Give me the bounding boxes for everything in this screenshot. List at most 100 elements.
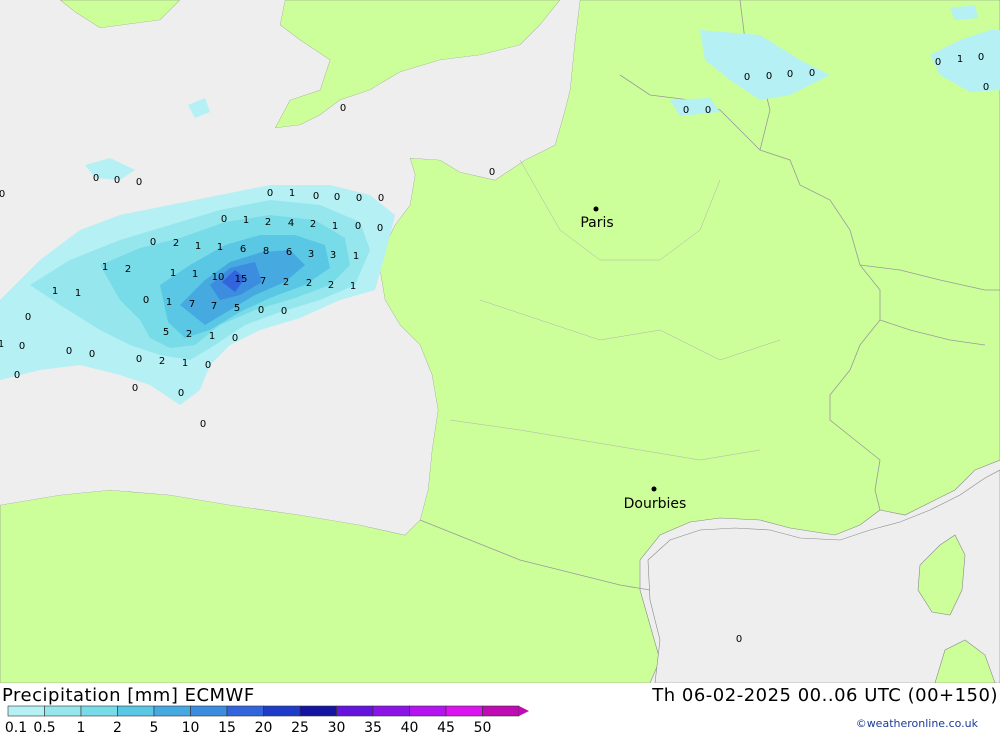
- precip-value: 2: [125, 264, 131, 275]
- precip-value: 0: [736, 634, 742, 645]
- precip-value: 0: [744, 72, 750, 83]
- precip-value: 0: [221, 214, 227, 225]
- precip-value: 2: [265, 217, 271, 228]
- precip-value: 0: [143, 295, 149, 306]
- precip-value: 1: [166, 297, 172, 308]
- precip-value: 0: [356, 193, 362, 204]
- legend-arrow-icon: [519, 706, 529, 716]
- legend-label: 35: [364, 720, 382, 733]
- legend-label: 25: [291, 720, 309, 733]
- precip-value: 3: [330, 250, 336, 261]
- legend-label: 2: [113, 720, 122, 733]
- city-label: Dourbies: [624, 496, 687, 512]
- precip-value: 1: [52, 286, 58, 297]
- precip-value: 0: [340, 103, 346, 114]
- precip-value: 1: [102, 262, 108, 273]
- legend-label: 5: [150, 720, 159, 733]
- precip-value: 0: [93, 173, 99, 184]
- legend-swatch: [336, 705, 374, 717]
- color-legend: 0.1 0.5 1 2 5 10 15 20 25 30 35 40 45 50: [5, 705, 529, 733]
- legend-swatch: [482, 705, 520, 717]
- precip-value: 0: [200, 419, 206, 430]
- legend-swatch: [372, 705, 410, 717]
- precip-value: 0: [25, 312, 31, 323]
- precip-value: 6: [240, 244, 246, 255]
- product-title: Precipitation [mm] ECMWF: [2, 685, 255, 706]
- precip-value: 0: [114, 175, 120, 186]
- precip-value: 1: [332, 221, 338, 232]
- legend-label: 50: [474, 720, 492, 733]
- precip-value: 7: [260, 276, 266, 287]
- precip-value: 0: [355, 221, 361, 232]
- precipitation-map: 0 0 0 0 1 0 0 0 0 0 1 2 4 2 1 0 0 0 2 1 …: [0, 0, 1000, 683]
- precip-value: 2: [306, 278, 312, 289]
- city-marker-icon: [593, 206, 599, 212]
- city-marker-icon: [651, 486, 657, 492]
- precip-value: 0: [14, 370, 20, 381]
- precip-value: 2: [186, 329, 192, 340]
- precip-value: 0: [150, 237, 156, 248]
- precip-value: 0: [258, 305, 264, 316]
- legend-swatch: [263, 705, 301, 717]
- city-label: Paris: [580, 215, 613, 231]
- precip-value: 0: [978, 52, 984, 63]
- precip-value: 0: [313, 191, 319, 202]
- precip-value: 3: [308, 249, 314, 260]
- precip-value: 0: [809, 68, 815, 79]
- precip-value: 0: [683, 105, 689, 116]
- legend-swatch: [226, 705, 264, 717]
- legend-label: 15: [218, 720, 236, 733]
- precip-value: 7: [189, 299, 195, 310]
- precip-value: 0: [136, 354, 142, 365]
- legend-label: 10: [182, 720, 200, 733]
- precip-value: 5: [234, 303, 240, 314]
- precip-value: 6: [286, 247, 292, 258]
- legend-swatch: [7, 705, 45, 717]
- precip-value: 0: [378, 193, 384, 204]
- precip-value: 1: [217, 242, 223, 253]
- precip-value: 0: [935, 57, 941, 68]
- precip-value: 0: [983, 82, 989, 93]
- precip-value: 0: [19, 341, 25, 352]
- precip-value: 2: [310, 219, 316, 230]
- precip-value: 0: [281, 306, 287, 317]
- legend-label: 0.5: [33, 720, 55, 733]
- precip-value: 0: [66, 346, 72, 357]
- legend-label: 30: [328, 720, 346, 733]
- precip-value: 5: [163, 327, 169, 338]
- credit-link[interactable]: ©weatheronline.co.uk: [856, 717, 978, 730]
- precip-value: 0: [705, 105, 711, 116]
- precip-value: 0: [232, 333, 238, 344]
- precip-value: 1: [243, 215, 249, 226]
- valid-time-label: Th 06-02-2025 00..06 UTC (00+150): [652, 685, 998, 706]
- precip-value: 0: [377, 223, 383, 234]
- precip-value: 7: [211, 301, 217, 312]
- precip-value: 1: [182, 358, 188, 369]
- precip-value: 0: [136, 177, 142, 188]
- precip-value: 0: [0, 189, 5, 200]
- precip-value: 0: [205, 360, 211, 371]
- precip-value: 0: [132, 383, 138, 394]
- precip-value: 1: [192, 269, 198, 280]
- legend-swatch: [117, 705, 155, 717]
- legend-swatch: [299, 705, 337, 717]
- precip-value: 1: [350, 281, 356, 292]
- precip-value: 1: [0, 339, 4, 350]
- precip-value: 2: [283, 277, 289, 288]
- precip-value: 0: [178, 388, 184, 399]
- precip-value: 1: [209, 331, 215, 342]
- precip-value: 8: [263, 246, 269, 257]
- legend-swatch: [190, 705, 228, 717]
- legend-swatch: [153, 705, 191, 717]
- legend-swatch: [445, 705, 483, 717]
- precip-value: 1: [170, 268, 176, 279]
- precip-value: 0: [89, 349, 95, 360]
- precip-value: 0: [787, 69, 793, 80]
- precip-value: 15: [235, 274, 248, 285]
- precip-value: 1: [75, 288, 81, 299]
- legend-label: 0.1: [5, 720, 27, 733]
- legend-swatch: [80, 705, 118, 717]
- legend-label: 45: [437, 720, 455, 733]
- legend-label: 1: [77, 720, 86, 733]
- precip-value: 0: [334, 192, 340, 203]
